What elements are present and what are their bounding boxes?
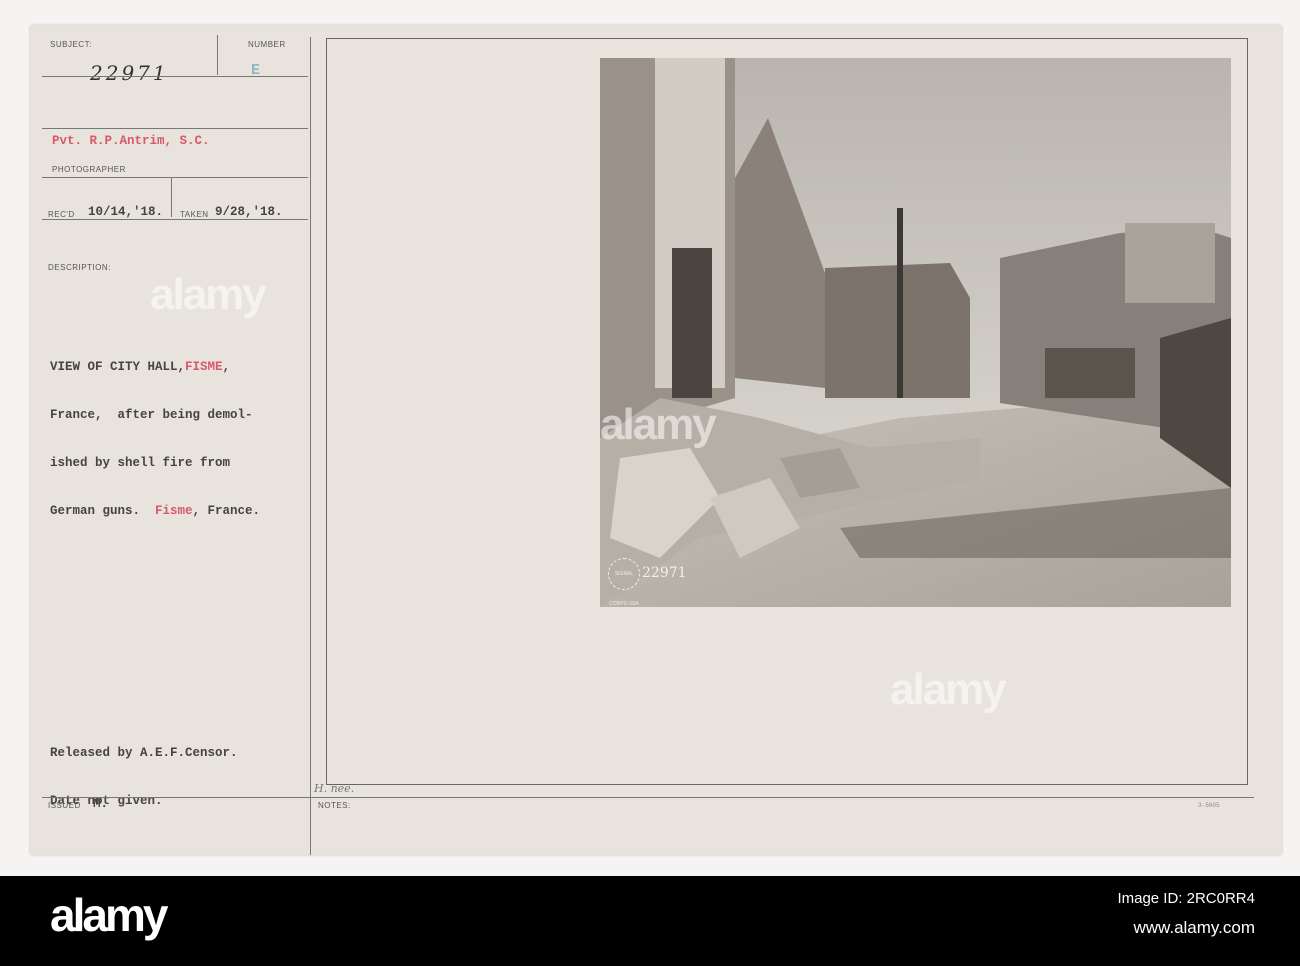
watermark: alamy [600,400,717,449]
recd-label: REC'D [48,210,75,219]
alamy-url[interactable]: www.alamy.com [1133,918,1255,938]
release-text: Released by A.E.F.Censor. Date not given… [50,746,238,808]
taken-value: 9/28,'18. [215,205,283,219]
image-id: Image ID: 2RC0RR4 [1117,890,1255,907]
watermark: alamy [150,270,267,319]
alamy-logo: alamy [50,889,168,941]
issued-value: M. [93,797,109,811]
form-number: 3-5605 [1198,802,1220,809]
war-damage-photo: SIGNAL CORPS USA 22971 [600,58,1231,607]
issued-label: ISSUED [48,801,81,810]
photo-stamp-number: 22971 [642,565,687,581]
number-label: NUMBER [248,40,286,49]
description-label: DESCRIPTION: [48,263,111,272]
photographer-label: PHOTOGRAPHER [52,165,126,174]
subject-value: 22971 [90,61,169,85]
recd-value: 10/14,'18. [88,205,164,219]
photographer-name: Pvt. R.P.Antrim, S.C. [52,134,210,148]
notes-label: NOTES: [318,801,351,810]
watermark: alamy [890,665,1007,714]
signal-corps-stamp: SIGNAL CORPS USA [608,558,640,607]
footer-band: alamy Image ID: 2RC0RR4 www.alamy.com [0,876,1300,966]
taken-label: TAKEN [180,210,209,219]
description-text: VIEW OF CITY HALL,FISME, France, after b… [50,360,261,518]
subject-label: SUBJECT: [50,40,92,49]
